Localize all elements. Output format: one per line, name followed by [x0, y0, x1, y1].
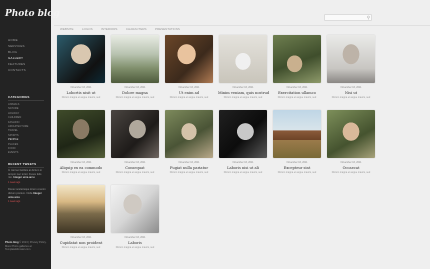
post-title[interactable]: Lobortis nisit ut: [56, 91, 106, 95]
gallery-photo[interactable]: [165, 35, 213, 83]
top-nav: Website Logos Interiors Characters Prese…: [60, 17, 184, 35]
main-nav: Home Services Blog Gallery Features Cont…: [8, 37, 26, 73]
gallery-photo[interactable]: [273, 35, 321, 83]
tweet-link[interactable]: Integer urna arcu: [13, 176, 34, 179]
gallery-item[interactable]: November 16, 2011 Dolore magna Dictum ma…: [110, 35, 160, 99]
gallery-photo[interactable]: [327, 110, 375, 158]
categories-heading: Categories: [8, 95, 30, 99]
post-title[interactable]: Dolore magna: [110, 91, 160, 95]
post-title[interactable]: Fugiat nulla pariatur: [164, 166, 214, 170]
recent-tweets-heading: Recent tweets: [8, 162, 37, 166]
top-nav-item[interactable]: Characters: [126, 27, 147, 31]
post-title[interactable]: Ut enim ad: [164, 91, 214, 95]
post-date: November 16, 2011: [232, 161, 254, 164]
post-excerpt: Dictum magna et augue mauris, sed: [331, 171, 371, 174]
gallery-photo[interactable]: [219, 35, 267, 83]
post-date: November 16, 2011: [340, 86, 362, 89]
post-title[interactable]: Laboris nisi ut ali: [218, 166, 268, 170]
gallery-item[interactable]: November 16, 2011 Occaecat Dictum magna …: [326, 110, 376, 174]
top-nav-item[interactable]: Logos: [82, 27, 93, 31]
post-excerpt: Dictum magna et augue mauris, sed: [331, 96, 371, 99]
gallery-item[interactable]: November 16, 2011 Ut enim ad Dictum magn…: [164, 35, 214, 99]
gallery-item[interactable]: November 16, 2011 Laboris Dictum magna e…: [110, 185, 160, 249]
post-excerpt: Dictum magna et augue mauris, sed: [115, 246, 155, 249]
footer-brand: Photo blog: [5, 241, 19, 244]
post-excerpt: Dictum magna et augue mauris, sed: [115, 96, 155, 99]
tweet-time[interactable]: 1 week ago: [8, 181, 46, 185]
gallery-photo[interactable]: [327, 35, 375, 83]
header-divider: [54, 25, 430, 26]
post-title[interactable]: Excepteur sint: [272, 166, 322, 170]
top-nav-item[interactable]: Presentations: [155, 27, 180, 31]
post-excerpt: Dictum magna et augue mauris, sed: [223, 171, 263, 174]
post-date: November 16, 2011: [70, 236, 92, 239]
gallery-photo[interactable]: [111, 35, 159, 83]
post-title[interactable]: Nisi ut: [326, 91, 376, 95]
gallery-photo[interactable]: [273, 110, 321, 158]
post-excerpt: Dictum magna et augue mauris, sed: [169, 171, 209, 174]
post-title[interactable]: Laboris: [110, 241, 160, 245]
search-icon[interactable]: ⚲: [367, 15, 370, 20]
sidebar: Photo blog Home Services Blog Gallery Fe…: [0, 0, 60, 269]
gallery-item[interactable]: November 16, 2011 Laboris nisi ut ali Di…: [218, 110, 268, 174]
divider: [8, 100, 44, 101]
post-title[interactable]: Cupidatat non proident: [56, 241, 106, 245]
tweet: In nisi leo facilisis at dictum in tempo…: [8, 169, 46, 184]
tweet: Donec scelerisque lorem ut enim dictum p…: [8, 188, 46, 203]
gallery-item[interactable]: November 16, 2011 Aliquip ex ea commodo …: [56, 110, 106, 174]
nav-item-contacts[interactable]: Contacts: [8, 67, 26, 73]
post-date: November 16, 2011: [70, 161, 92, 164]
post-excerpt: Dictum magna et augue mauris, sed: [223, 96, 263, 99]
post-title[interactable]: Occaecat: [326, 166, 376, 170]
search-input[interactable]: ⚲: [324, 14, 372, 21]
gallery-item[interactable]: November 16, 2011 Exercitation ullamco D…: [272, 35, 322, 99]
category-list: Animals Nature Holiday Children Fashion …: [8, 103, 28, 156]
tweet-time[interactable]: 1 week ago: [8, 200, 46, 204]
post-date: November 16, 2011: [178, 161, 200, 164]
post-date: November 16, 2011: [286, 86, 308, 89]
gallery-photo[interactable]: [111, 110, 159, 158]
post-date: November 16, 2011: [178, 86, 200, 89]
gallery-item[interactable]: November 16, 2011 Lobortis nisit ut Dict…: [56, 35, 106, 99]
post-date: November 16, 2011: [286, 161, 308, 164]
post-excerpt: Dictum magna et augue mauris, sed: [277, 171, 317, 174]
category-item[interactable]: Events: [8, 151, 28, 155]
sidebar-footer: Photo blog © 2013 | Privacy Policy. More…: [5, 241, 47, 252]
post-title[interactable]: Exercitation ullamco: [272, 91, 322, 95]
post-excerpt: Dictum magna et augue mauris, sed: [169, 96, 209, 99]
gallery-item[interactable]: November 16, 2011 Nisi ut Dictum magna e…: [326, 35, 376, 99]
top-nav-item[interactable]: Website: [60, 27, 74, 31]
gallery-photo[interactable]: [111, 185, 159, 233]
gallery-photo[interactable]: [165, 110, 213, 158]
tweet-list: In nisi leo facilisis at dictum in tempo…: [8, 169, 46, 208]
post-date: November 16, 2011: [124, 86, 146, 89]
divider: [8, 167, 44, 168]
post-title[interactable]: Aliquip ex ea commodo: [56, 166, 106, 170]
post-date: November 16, 2011: [124, 236, 146, 239]
post-excerpt: Dictum magna et augue mauris, sed: [277, 96, 317, 99]
post-excerpt: Dictum magna et augue mauris, sed: [61, 96, 101, 99]
gallery-photo[interactable]: [219, 110, 267, 158]
post-title[interactable]: Minim veniam, quis nostrud: [218, 91, 269, 95]
post-excerpt: Dictum magna et augue mauris, sed: [61, 246, 101, 249]
site-logo[interactable]: Photo blog: [5, 9, 60, 19]
gallery-item[interactable]: November 16, 2011 Cupidatat non proident…: [56, 185, 106, 249]
gallery-photo[interactable]: [57, 35, 105, 83]
top-nav-item[interactable]: Interiors: [101, 27, 117, 31]
post-date: November 16, 2011: [232, 86, 254, 89]
gallery-item[interactable]: November 16, 2011 Excepteur sint Dictum …: [272, 110, 322, 174]
gallery-item[interactable]: November 16, 2011 Fugiat nulla pariatur …: [164, 110, 214, 174]
gallery-photo[interactable]: [57, 110, 105, 158]
post-date: November 16, 2011: [124, 161, 146, 164]
gallery-item[interactable]: November 16, 2011 Minim veniam, quis nos…: [218, 35, 269, 99]
post-excerpt: Dictum magna et augue mauris, sed: [115, 171, 155, 174]
gallery-item[interactable]: November 16, 2011 Consequat Dictum magna…: [110, 110, 160, 174]
post-title[interactable]: Consequat: [110, 166, 160, 170]
post-excerpt: Dictum magna et augue mauris, sed: [61, 171, 101, 174]
post-date: November 16, 2011: [70, 86, 92, 89]
post-date: November 16, 2011: [340, 161, 362, 164]
gallery-photo[interactable]: [57, 185, 105, 233]
